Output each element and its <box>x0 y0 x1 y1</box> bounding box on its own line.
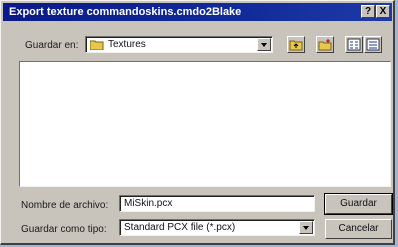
cancel-button-label: Cancelar <box>338 223 379 234</box>
save-button[interactable]: Guardar <box>324 193 393 215</box>
details-view-icon <box>366 38 380 51</box>
list-view-icon <box>347 38 361 51</box>
filename-label: Nombre de archivo: <box>21 200 108 211</box>
save-in-combobox[interactable]: Textures <box>85 36 273 53</box>
save-in-dropdown-button[interactable] <box>257 38 271 51</box>
filetype-combobox[interactable]: Standard PCX file (*.pcx) <box>119 219 315 236</box>
filetype-dropdown-button[interactable] <box>299 221 313 234</box>
up-folder-icon <box>289 40 303 51</box>
cancel-button[interactable]: Cancelar <box>325 219 392 239</box>
folder-icon <box>90 40 104 50</box>
window-title: Export texture commandoskins.cmdo2Blake <box>9 6 242 18</box>
help-icon: ? <box>364 6 372 17</box>
filetype-value: Standard PCX file (*.pcx) <box>124 222 236 233</box>
filetype-label-text: Guardar como tipo: <box>21 224 107 235</box>
title-bar[interactable]: Export texture commandoskins.cmdo2Blake <box>3 3 392 21</box>
filetype-label: Guardar como tipo: <box>21 224 107 235</box>
up-one-level-button[interactable] <box>287 36 305 53</box>
close-icon: X <box>379 6 387 17</box>
new-folder-button[interactable] <box>316 36 334 53</box>
file-list[interactable] <box>19 61 391 187</box>
save-in-label: Guardar en: <box>25 40 78 51</box>
list-view-button[interactable] <box>345 36 363 53</box>
export-dialog: Export texture commandoskins.cmdo2Blake … <box>0 0 395 245</box>
new-folder-icon <box>318 39 332 51</box>
filename-label-text: Nombre de archivo: <box>21 200 109 211</box>
save-in-label-text: Guardar en: <box>25 40 79 51</box>
close-button[interactable]: X <box>376 5 390 18</box>
save-in-value: Textures <box>108 39 146 50</box>
filename-input[interactable]: MiSkin.pcx <box>119 195 315 212</box>
filename-value: MiSkin.pcx <box>124 198 173 209</box>
save-button-label: Guardar <box>340 198 377 209</box>
details-view-button[interactable] <box>364 36 382 53</box>
help-button[interactable]: ? <box>361 5 375 18</box>
